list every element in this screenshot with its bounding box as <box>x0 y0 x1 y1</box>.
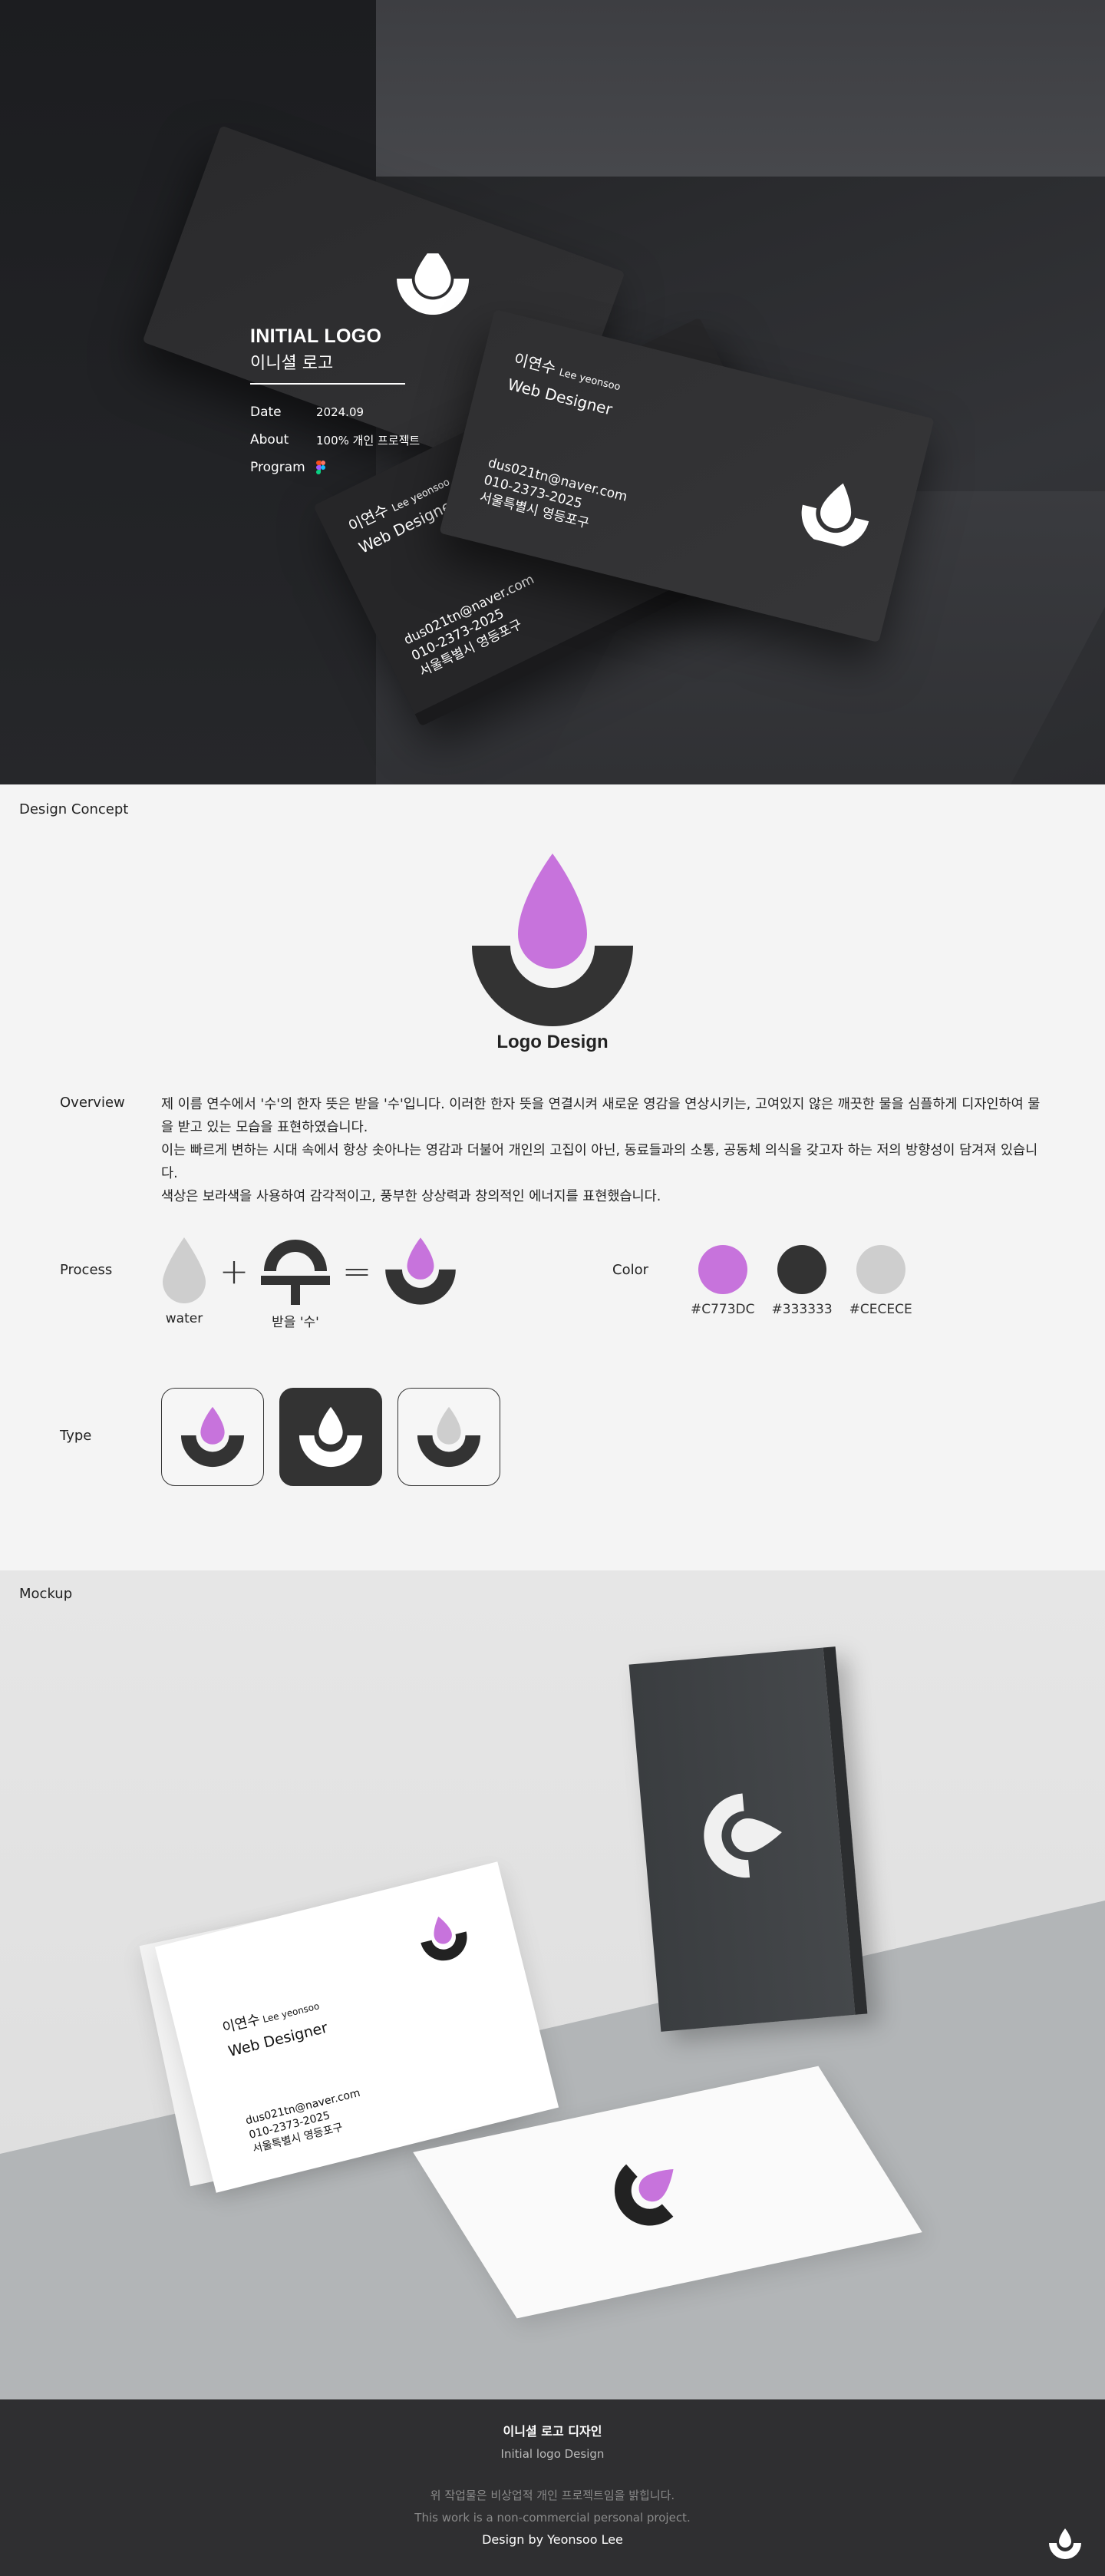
footer-notice-en: This work is a non-commercial personal p… <box>414 2511 691 2525</box>
project-info: INITIAL LOGO 이니셜 로고 Date 2024.09 About 1… <box>250 325 420 481</box>
overview-label: Overview <box>60 1095 125 1111</box>
logo-icon <box>397 253 470 315</box>
logo-icon <box>385 1237 456 1305</box>
process-result <box>384 1237 457 1305</box>
divider <box>250 383 405 385</box>
project-subtitle: 이니셜 로고 <box>250 354 334 373</box>
footer: 이니셜 로고 디자인 Initial logo Design 위 작업물은 비상… <box>0 2399 1105 2576</box>
color-palette: #C773DC #333333 #CECECE <box>691 1245 912 1317</box>
overview-text: 제 이름 연수에서 '수'의 한자 뜻은 받을 '수'입니다. 이러한 한자 뜻… <box>161 1097 1041 1204</box>
water-drop-icon <box>163 1237 206 1303</box>
figma-icon <box>316 461 325 474</box>
mockup-section: Mockup 이연수Lee yeonsoo Web Designer dus02… <box>0 1570 1105 2399</box>
plus-sign: + <box>219 1250 249 1292</box>
footer-title: 이니셜 로고 디자인 <box>503 2424 602 2439</box>
type-color-variant <box>161 1388 264 1486</box>
logo-icon <box>417 1406 481 1468</box>
footer-subtitle: Initial logo Design <box>500 2447 605 2461</box>
color-swatch-dark: #333333 <box>772 1245 833 1317</box>
process-diagram: water + 받을 '수' = <box>161 1237 457 1330</box>
standing-card-stack <box>628 1646 868 2032</box>
logo-icon <box>1049 2528 1081 2559</box>
type-label: Type <box>60 1428 92 1444</box>
section-label: Mockup <box>19 1586 73 1602</box>
process-water: water <box>161 1237 207 1326</box>
equals-sign: = <box>341 1250 372 1292</box>
hero-section: 이연수Lee yeonsoo Web Designer dus021tn@nav… <box>0 0 1105 784</box>
type-inverse-variant <box>279 1388 382 1486</box>
type-mono-variant <box>397 1388 500 1486</box>
logo-icon <box>421 1916 467 1961</box>
logo-icon <box>299 1406 363 1468</box>
section-label: Design Concept <box>19 801 129 817</box>
info-row-about: About 100% 개인 프로젝트 <box>250 432 421 447</box>
footer-credit: Design by Yeonsoo Lee <box>482 2532 623 2547</box>
project-title: INITIAL LOGO <box>250 325 382 347</box>
info-row-date: Date 2024.09 <box>250 405 364 420</box>
main-logo-icon <box>472 854 633 1026</box>
logo-icon <box>704 1793 782 1878</box>
logo-type-variants <box>161 1388 500 1486</box>
info-row-program: Program <box>250 454 420 481</box>
su-character-icon <box>261 1240 330 1305</box>
footer-notice-ko: 위 작업물은 비상업적 개인 프로젝트임을 밝힙니다. <box>430 2488 675 2502</box>
logo-title: Logo Design <box>496 1032 609 1052</box>
logo-icon <box>614 2164 674 2226</box>
logo-icon <box>180 1406 245 1468</box>
logo-icon <box>801 483 869 547</box>
design-concept-section: Design Concept Logo Design Overview 제 이름… <box>0 784 1105 1570</box>
color-swatch-purple: #C773DC <box>691 1245 755 1317</box>
color-label: Color <box>612 1262 648 1278</box>
process-label: Process <box>60 1262 113 1278</box>
color-swatch-light: #CECECE <box>849 1245 912 1317</box>
process-su: 받을 '수' <box>261 1237 330 1330</box>
